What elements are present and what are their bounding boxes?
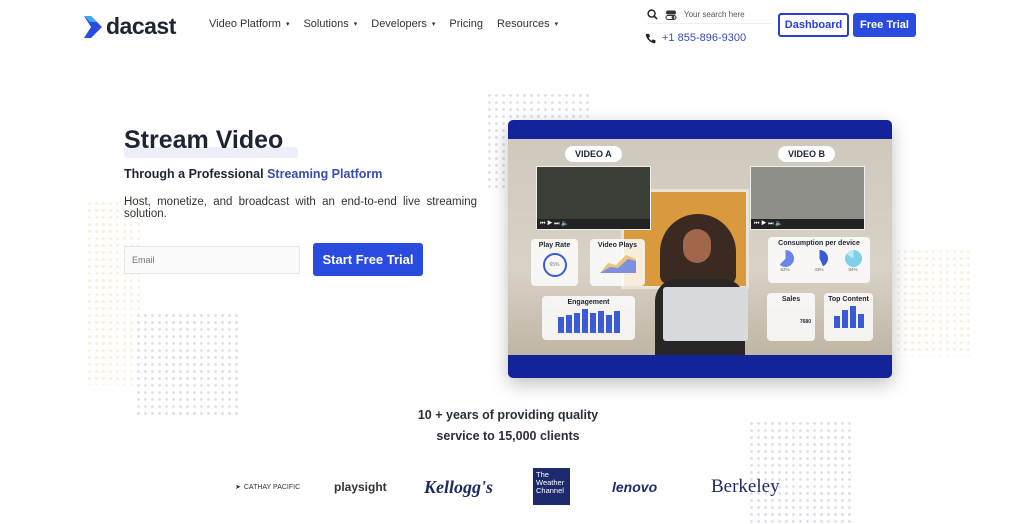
caret-down-icon: ▾ — [554, 21, 559, 28]
dot-pattern — [135, 312, 241, 416]
nav-label: Developers — [371, 18, 427, 30]
nav-label: Resources — [497, 18, 550, 30]
pie-chart-icon — [844, 250, 862, 267]
laptop — [663, 287, 748, 341]
playsight-logo: playsight — [334, 480, 387, 494]
nav-video-platform[interactable]: Video Platform ▾ — [209, 18, 289, 30]
lenovo-logo: lenovo — [612, 479, 658, 495]
card-title: Video Plays — [597, 242, 638, 249]
card-title: Engagement — [567, 299, 610, 306]
search-input[interactable]: Your search here — [684, 10, 745, 19]
logo-text: CATHAY PACIFIC — [243, 483, 301, 491]
start-free-trial-button[interactable]: Start Free Trial — [313, 243, 423, 276]
sales-value: 7680 — [799, 319, 811, 325]
search-icon[interactable] — [647, 9, 658, 20]
phone-icon — [645, 33, 656, 43]
caret-down-icon: ▾ — [353, 21, 358, 28]
video-b-player[interactable]: ⏮ ▶ ⏭ 🔈 — [750, 166, 865, 230]
subtitle-prefix: Through a Professional — [124, 167, 268, 181]
phone-number: +1 855-896-9300 — [662, 32, 747, 44]
dot-pattern — [86, 200, 142, 385]
player-controls[interactable]: ⏮ ▶ ⏭ 🔈 — [537, 219, 650, 229]
card-title: Top Content — [828, 296, 869, 303]
phone-link[interactable]: +1 855-896-9300 — [645, 32, 746, 44]
hero-title: Stream Video — [124, 126, 284, 154]
free-trial-button[interactable]: Free Trial — [853, 13, 916, 37]
caret-down-icon: ▾ — [431, 21, 436, 28]
logo-text: dacast — [106, 13, 176, 39]
play-rate-card: Play Rate 65% — [531, 239, 578, 286]
player-controls[interactable]: ⏮ ▶ ⏭ 🔈 — [751, 219, 864, 229]
device-value: 43% — [814, 267, 824, 272]
nav-pricing[interactable]: Pricing — [449, 18, 483, 30]
dacast-logo[interactable]: dacast — [84, 13, 176, 40]
card-title: Consumption per device — [778, 240, 860, 247]
cathay-pacific-logo: ➤ CATHAY PACIFIC — [235, 483, 301, 492]
nav-label: Solutions — [303, 18, 349, 30]
dashboard-button[interactable]: Dashboard — [778, 13, 849, 37]
weather-channel-logo: The Weather Channel — [533, 468, 570, 505]
nav-resources[interactable]: Resources ▾ — [497, 18, 558, 30]
video-scene: VIDEO A VIDEO B ⏮ ▶ ⏭ 🔈 ⏮ ▶ ⏭ 🔈 Play Rat… — [508, 139, 892, 355]
main-nav: Video Platform ▾ Solutions ▾ Developers ▾ P… — [209, 18, 558, 30]
card-title: Sales — [781, 296, 801, 303]
tagline-line1: 10 + years of providing quality — [417, 408, 599, 422]
consumption-card: Consumption per device 62% 43% 84% — [768, 237, 870, 283]
kelloggs-logo: Kellogg's — [424, 476, 494, 497]
subtitle-highlight: Streaming Platform — [267, 167, 383, 181]
engagement-card: Engagement — [542, 296, 635, 340]
pie-chart-icon — [776, 250, 794, 267]
hero-description: Host, monetize, and broadcast with an en… — [124, 196, 477, 220]
play-rate-value: 65% — [542, 253, 567, 277]
video-a-label: VIDEO A — [565, 146, 622, 162]
top-content-bars — [824, 306, 873, 328]
toggle-icon[interactable] — [665, 10, 677, 20]
pie-chart-icon — [810, 250, 828, 267]
nav-solutions[interactable]: Solutions ▾ — [303, 18, 357, 30]
berkeley-logo: Berkeley — [711, 476, 780, 497]
dot-pattern — [895, 248, 971, 356]
card-title: Play Rate — [538, 242, 571, 249]
caret-down-icon: ▾ — [285, 21, 290, 28]
sales-card: Sales 7680 — [767, 293, 815, 341]
nav-label: Video Platform — [209, 18, 281, 30]
area-chart-icon — [599, 255, 636, 273]
hero-subtitle: Through a Professional Streaming Platfor… — [124, 167, 382, 181]
video-a-player[interactable]: ⏮ ▶ ⏭ 🔈 — [536, 166, 651, 230]
device-pies — [768, 250, 870, 267]
top-content-card: Top Content — [824, 293, 873, 341]
email-input[interactable] — [124, 246, 300, 274]
presenter-face — [683, 229, 711, 263]
device-value: 62% — [780, 267, 790, 272]
hero-video[interactable]: VIDEO A VIDEO B ⏮ ▶ ⏭ 🔈 ⏮ ▶ ⏭ 🔈 Play Rat… — [508, 120, 892, 378]
nav-developers[interactable]: Developers ▾ — [371, 18, 435, 30]
tagline-line2: service to 15,000 clients — [436, 429, 580, 443]
tagline: 10 + years of providing quality service t… — [0, 405, 1016, 447]
search-bar[interactable]: Your search here — [647, 9, 771, 24]
engagement-bars — [542, 309, 635, 333]
logo-mark-icon — [84, 15, 102, 38]
video-plays-card: Video Plays — [590, 239, 645, 286]
video-b-label: VIDEO B — [778, 146, 836, 162]
client-logos: ➤ CATHAY PACIFIC playsight Kellogg's The … — [232, 467, 780, 507]
device-value: 84% — [848, 267, 858, 272]
